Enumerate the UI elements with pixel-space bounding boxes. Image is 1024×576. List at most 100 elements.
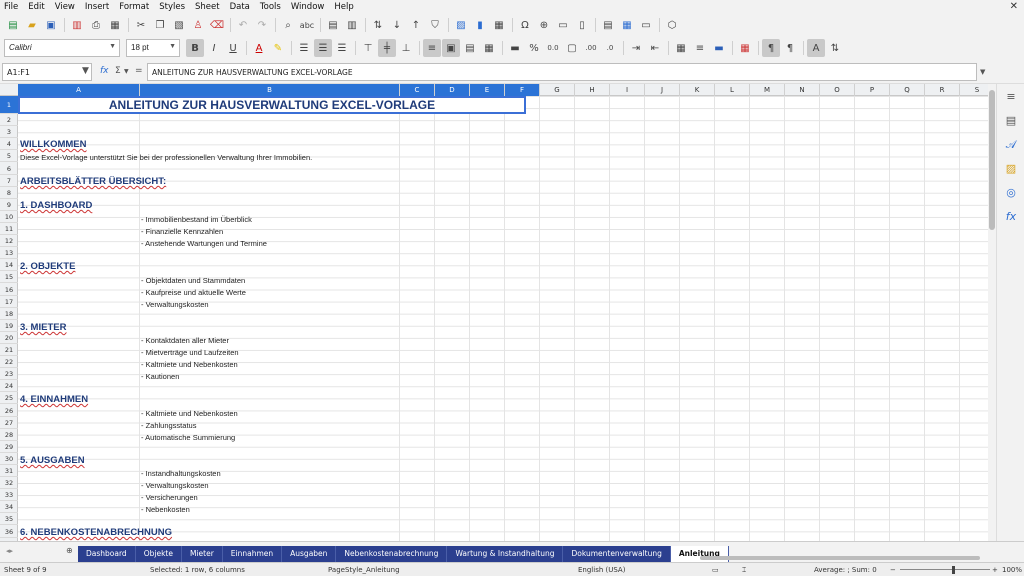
- sort-ascending-icon[interactable]: ↓: [388, 16, 406, 34]
- hamburger-menu-icon[interactable]: ≡: [1003, 90, 1019, 106]
- row-header-18[interactable]: 18: [0, 308, 18, 320]
- date-format-icon[interactable]: ▢: [563, 39, 581, 57]
- hyperlink-icon[interactable]: ⊕: [535, 16, 553, 34]
- show-draw-functions-icon[interactable]: ⬡: [663, 16, 681, 34]
- list-item[interactable]: - Objektdaten und Stammdaten: [141, 276, 245, 285]
- clone-formatting-icon[interactable]: ♙: [189, 16, 207, 34]
- list-item[interactable]: - Finanzielle Kennzahlen: [141, 227, 223, 236]
- border-style-icon[interactable]: ≡: [691, 39, 709, 57]
- zoom-out-icon[interactable]: −: [890, 566, 896, 574]
- zoom-level[interactable]: 100%: [1002, 566, 1022, 574]
- add-sheet-icon[interactable]: ⊕: [66, 546, 73, 555]
- formula-input[interactable]: ANLEITUNG ZUR HAUSVERWALTUNG EXCEL-VORLA…: [147, 63, 977, 81]
- underline-icon[interactable]: U: [224, 39, 242, 57]
- undo-icon[interactable]: ↶: [234, 16, 252, 34]
- tab-wartung-instandhaltung[interactable]: Wartung & Instandhaltung: [447, 546, 564, 562]
- row-header-11[interactable]: 11: [0, 223, 18, 235]
- list-item[interactable]: - Instandhaltungskosten: [141, 469, 221, 478]
- gallery-icon[interactable]: ▨: [1003, 162, 1019, 178]
- welcome-heading[interactable]: WILLKOMMEN: [20, 139, 87, 150]
- column-header-p[interactable]: P: [855, 84, 890, 96]
- redo-icon[interactable]: ↷: [253, 16, 271, 34]
- export-pdf-icon[interactable]: ▥: [68, 16, 86, 34]
- list-item[interactable]: - Immobilienbestand im Überblick: [141, 215, 252, 224]
- menu-item-help[interactable]: Help: [334, 2, 353, 12]
- menu-item-insert[interactable]: Insert: [85, 2, 109, 12]
- zoom-slider[interactable]: [900, 569, 990, 570]
- menu-item-sheet[interactable]: Sheet: [195, 2, 220, 12]
- column-header-d[interactable]: D: [435, 84, 470, 96]
- column-header-s[interactable]: S: [960, 84, 988, 96]
- decrease-indent-icon[interactable]: ⇤: [646, 39, 664, 57]
- name-box[interactable]: A1:F1: [2, 63, 92, 81]
- row-header-35[interactable]: 35: [0, 513, 18, 526]
- row-header-36[interactable]: 36: [0, 526, 18, 538]
- column-header-r[interactable]: R: [925, 84, 960, 96]
- decimal-icon[interactable]: 0.0: [544, 39, 562, 57]
- column-header-l[interactable]: L: [715, 84, 750, 96]
- cut-icon[interactable]: ✂: [132, 16, 150, 34]
- conditional-format-icon[interactable]: ▦: [736, 39, 754, 57]
- row-header-7[interactable]: 7: [0, 175, 18, 187]
- increase-indent-icon[interactable]: ⇥: [627, 39, 645, 57]
- welcome-text[interactable]: Diese Excel-Vorlage unterstützt Sie bei …: [20, 153, 312, 162]
- column-icon[interactable]: ▥: [343, 16, 361, 34]
- row-header-25[interactable]: 25: [0, 392, 18, 405]
- column-header-e[interactable]: E: [470, 84, 505, 96]
- chevron-down-icon[interactable]: ▼: [82, 66, 89, 76]
- column-header-q[interactable]: Q: [890, 84, 925, 96]
- find-replace-icon[interactable]: ⌕: [279, 16, 297, 34]
- comment-icon[interactable]: ▭: [554, 16, 572, 34]
- copy-icon[interactable]: ❐: [151, 16, 169, 34]
- align-left-icon[interactable]: ☰: [295, 39, 313, 57]
- clear-formatting-icon[interactable]: ⌫: [208, 16, 226, 34]
- row-header-14[interactable]: 14: [0, 259, 18, 272]
- menu-item-styles[interactable]: Styles: [159, 2, 185, 12]
- menu-item-edit[interactable]: Edit: [28, 2, 44, 12]
- chart-icon[interactable]: ▮: [471, 16, 489, 34]
- vertical-scrollbar[interactable]: [988, 84, 996, 541]
- row-header-2[interactable]: 2: [0, 114, 18, 127]
- tab-dashboard[interactable]: Dashboard: [78, 546, 136, 562]
- properties-icon[interactable]: ▤: [1003, 114, 1019, 130]
- font-name-box[interactable]: Calibri ▼: [4, 39, 120, 57]
- section-heading[interactable]: 6. NEBENKOSTENABRECHNUNG: [20, 527, 172, 538]
- menu-item-file[interactable]: File: [4, 2, 18, 12]
- row-header-33[interactable]: 33: [0, 489, 18, 502]
- zoom-in-icon[interactable]: +: [992, 566, 998, 574]
- row-header-6[interactable]: 6: [0, 163, 18, 175]
- align-right-icon[interactable]: ☰: [333, 39, 351, 57]
- align-top-icon[interactable]: ⊤: [359, 39, 377, 57]
- row-header-15[interactable]: 15: [0, 271, 18, 284]
- scrollbar-thumb[interactable]: [989, 90, 995, 230]
- print-icon[interactable]: ⎙: [87, 16, 105, 34]
- section-heading[interactable]: 1. DASHBOARD: [20, 200, 92, 211]
- list-item[interactable]: - Kaltmiete und Nebenkosten: [141, 409, 238, 418]
- list-item[interactable]: - Kaufpreise und aktuelle Werte: [141, 288, 246, 297]
- font-size-box[interactable]: 18 pt ▼: [126, 39, 180, 57]
- functions-icon[interactable]: fx: [1003, 210, 1019, 226]
- unmerge-cells-icon[interactable]: ▦: [480, 39, 498, 57]
- column-header-g[interactable]: G: [540, 84, 575, 96]
- list-item[interactable]: - Verwaltungskosten: [141, 481, 209, 490]
- tab-objekte[interactable]: Objekte: [136, 546, 182, 562]
- list-item[interactable]: - Kautionen: [141, 372, 179, 381]
- border-color-icon[interactable]: ▬: [710, 39, 728, 57]
- row-header-20[interactable]: 20: [0, 332, 18, 344]
- autofilter-icon[interactable]: ⛉: [426, 16, 444, 34]
- spreadsheet-grid[interactable]: ABCDEFGHIJKLMNOPQRS 1 2 3 4 5 6 7 8 9 10 11 12 13 14 1…: [0, 84, 988, 541]
- expand-formula-bar-icon[interactable]: ▼: [980, 68, 985, 76]
- align-bottom-icon[interactable]: ⊥: [397, 39, 415, 57]
- row-header-19[interactable]: 19: [0, 320, 18, 332]
- percent-icon[interactable]: %: [525, 39, 543, 57]
- sheet-nav-icon[interactable]: ◂▸: [6, 547, 13, 555]
- tab-nebenkostenabrechnung[interactable]: Nebenkostenabrechnung: [336, 546, 448, 562]
- column-header-o[interactable]: O: [820, 84, 855, 96]
- italic-icon[interactable]: I: [205, 39, 223, 57]
- sort-descending-icon[interactable]: ↑: [407, 16, 425, 34]
- section-heading[interactable]: 4. EINNAHMEN: [20, 394, 88, 405]
- list-item[interactable]: - Versicherungen: [141, 493, 198, 502]
- align-center-icon[interactable]: ☰: [314, 39, 332, 57]
- column-header-b[interactable]: B: [140, 84, 400, 96]
- chevron-down-icon[interactable]: ▼: [124, 68, 129, 75]
